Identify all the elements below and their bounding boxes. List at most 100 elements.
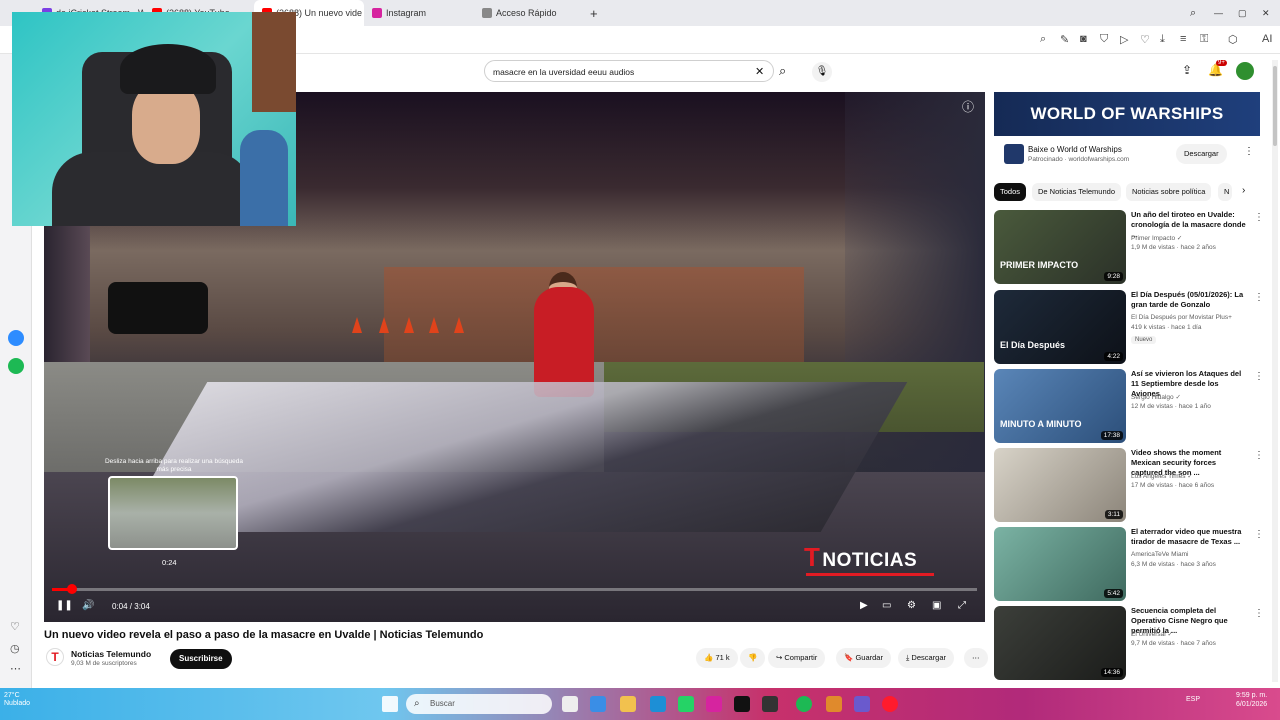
search-icon[interactable]: ⌕	[1040, 33, 1046, 46]
video-thumbnail[interactable]: MINUTO A MINUTO 17:38	[994, 369, 1126, 443]
list-icon[interactable]: ≡	[1180, 33, 1186, 45]
app-icon[interactable]	[854, 696, 870, 712]
recommended-title[interactable]: El Día Después (05/01/2026): La gran tar…	[1131, 290, 1249, 310]
instagram-icon[interactable]	[706, 696, 722, 712]
subscribe-button[interactable]: Suscribirse	[170, 649, 232, 669]
autoplay-toggle[interactable]: ▶	[860, 600, 868, 611]
settings-icon[interactable]: ⚙	[907, 600, 916, 611]
recommended-video[interactable]: PRIMER IMPACTO 9:28 Un año del tiroteo en …	[994, 210, 1266, 284]
search-input[interactable]: masacre en la uversidad eeuu audios	[484, 60, 774, 82]
taskbar-search[interactable]: Buscar	[406, 694, 552, 714]
video-thumbnail[interactable]: 14:36	[994, 606, 1126, 680]
scrollbar-thumb[interactable]	[1273, 66, 1277, 146]
camera-icon[interactable]: ◙	[1080, 33, 1087, 45]
edit-icon[interactable]: ✎	[1060, 33, 1069, 46]
recommended-channel[interactable]: Sergio Hidalgo ✓	[1131, 393, 1181, 401]
like-button[interactable]: 👍 71 k	[696, 648, 738, 668]
volume-icon[interactable]: 🔊	[82, 600, 94, 611]
more-options-icon[interactable]: ⋮	[1254, 450, 1264, 461]
task-view-icon[interactable]	[562, 696, 578, 712]
theater-mode-icon[interactable]: ▣	[932, 600, 941, 611]
video-thumbnail[interactable]: PRIMER IMPACTO 9:28	[994, 210, 1126, 284]
spotify-icon[interactable]	[796, 696, 812, 712]
pause-icon[interactable]: ❚❚	[56, 600, 73, 611]
start-button[interactable]	[382, 696, 398, 712]
channel-name[interactable]: Noticias Telemundo	[71, 649, 151, 659]
system-clock[interactable]: 9:59 p. m. 6/01/2026	[1236, 692, 1267, 710]
share-button[interactable]: ↪ Compartir	[768, 648, 826, 668]
chip-more[interactable]: N	[1218, 183, 1232, 201]
ai-button[interactable]: AI	[1262, 33, 1272, 45]
app-icon[interactable]	[826, 696, 842, 712]
file-explorer-icon[interactable]	[620, 696, 636, 712]
language-indicator[interactable]: ESP	[1186, 696, 1200, 703]
recommended-video[interactable]: 14:36 Secuencia completa del Operativo Ci…	[994, 606, 1266, 680]
scrollbar[interactable]	[1272, 60, 1278, 682]
recommended-video[interactable]: MINUTO A MINUTO 17:38 Así se vivieron los …	[994, 369, 1266, 443]
heart-icon[interactable]: ♡	[10, 620, 20, 633]
chip-all[interactable]: Todos	[994, 183, 1027, 201]
send-icon[interactable]: ▷	[1120, 33, 1128, 46]
history-icon[interactable]: ◷	[10, 642, 20, 655]
download-button[interactable]: ⤓ Descargar	[898, 648, 955, 668]
sponsored-ad[interactable]: WORLD OF WARSHIPS Baixe o World of Warsh…	[994, 92, 1260, 178]
chip-channel[interactable]: De Noticias Telemundo	[1032, 183, 1121, 201]
lock-icon[interactable]: ⚿	[1200, 33, 1208, 46]
ad-banner[interactable]: WORLD OF WARSHIPS	[994, 92, 1260, 136]
browser-tab[interactable]: Acceso Rápido	[474, 0, 584, 26]
recommended-video[interactable]: 3:11 Video shows the moment Mexican secur…	[994, 448, 1266, 522]
recommended-channel[interactable]: El Universal ✓	[1131, 630, 1173, 638]
upload-icon[interactable]: ⇪	[1182, 63, 1192, 77]
info-icon[interactable]: ⓘ	[962, 98, 974, 115]
avatar[interactable]	[1236, 62, 1254, 80]
captions-icon[interactable]: ▭	[882, 600, 891, 611]
download-icon[interactable]: ⤓	[1160, 33, 1165, 46]
tab-search-icon[interactable]: ⌕	[1190, 7, 1196, 20]
dislike-button[interactable]: 👎	[740, 648, 766, 668]
tiktok-icon[interactable]	[734, 696, 750, 712]
heart-icon[interactable]: ♡	[1140, 33, 1150, 46]
channel-avatar[interactable]: T	[46, 648, 64, 666]
recommended-channel[interactable]: Primer Impacto ✓	[1131, 234, 1182, 242]
minimize-button[interactable]: —	[1214, 8, 1223, 18]
recommended-channel[interactable]: AmericaTeVe Miami	[1131, 551, 1188, 558]
recommended-video[interactable]: El Día Después 4:22 El Día Después (05/01/…	[994, 290, 1266, 364]
weather-widget[interactable]: 27°C Nublado	[4, 692, 30, 709]
recommended-channel[interactable]: Los Angeles Times ✓	[1131, 472, 1193, 480]
ad-download-button[interactable]: Descargar	[1176, 144, 1227, 164]
video-thumbnail[interactable]: El Día Después 4:22	[994, 290, 1126, 364]
more-options-icon[interactable]: ⋮	[1254, 608, 1264, 619]
video-thumbnail[interactable]: 5:42	[994, 527, 1126, 601]
copilot-icon[interactable]	[590, 696, 606, 712]
app-icon[interactable]	[762, 696, 778, 712]
close-window-button[interactable]: ✕	[1262, 8, 1270, 19]
more-options-icon[interactable]: ⋮	[1254, 212, 1264, 223]
edge-icon[interactable]	[650, 696, 666, 712]
more-actions-button[interactable]: ⋯	[964, 648, 988, 668]
chevron-right-icon[interactable]: ›	[1242, 185, 1245, 196]
recommended-video[interactable]: 5:42 El aterrador video que muestra tirad…	[994, 527, 1266, 601]
search-icon[interactable]: ⌕	[779, 63, 786, 79]
clear-search-button[interactable]: ✕	[755, 65, 764, 78]
video-thumbnail[interactable]: 3:11	[994, 448, 1126, 522]
new-tab-button[interactable]: +	[590, 6, 598, 21]
shield-icon[interactable]: ⛉	[1100, 33, 1108, 46]
save-button[interactable]: 🔖 Guardar	[836, 648, 891, 668]
voice-search-icon[interactable]: 🎙	[812, 62, 832, 82]
spotify-icon[interactable]	[8, 358, 24, 374]
more-options-icon[interactable]: ⋮	[1254, 371, 1264, 382]
messenger-icon[interactable]	[8, 330, 24, 346]
chip-politics[interactable]: Noticias sobre política	[1126, 183, 1212, 201]
progress-bar[interactable]	[52, 584, 977, 594]
recommended-channel[interactable]: El Día Después por Movistar Plus+	[1131, 314, 1232, 321]
opera-icon[interactable]	[882, 696, 898, 712]
maximize-button[interactable]: ▢	[1238, 8, 1247, 19]
fullscreen-icon[interactable]: ⤢	[958, 600, 966, 611]
more-options-icon[interactable]: ⋮	[1254, 529, 1264, 540]
whatsapp-icon[interactable]	[678, 696, 694, 712]
recommended-title[interactable]: El aterrador video que muestra tirador d…	[1131, 527, 1249, 547]
more-icon[interactable]: ⋯	[10, 662, 21, 675]
more-options-icon[interactable]: ⋮	[1254, 292, 1264, 303]
extension-icon[interactable]: ⬡	[1228, 33, 1238, 46]
browser-tab[interactable]: Instagram	[364, 0, 474, 26]
